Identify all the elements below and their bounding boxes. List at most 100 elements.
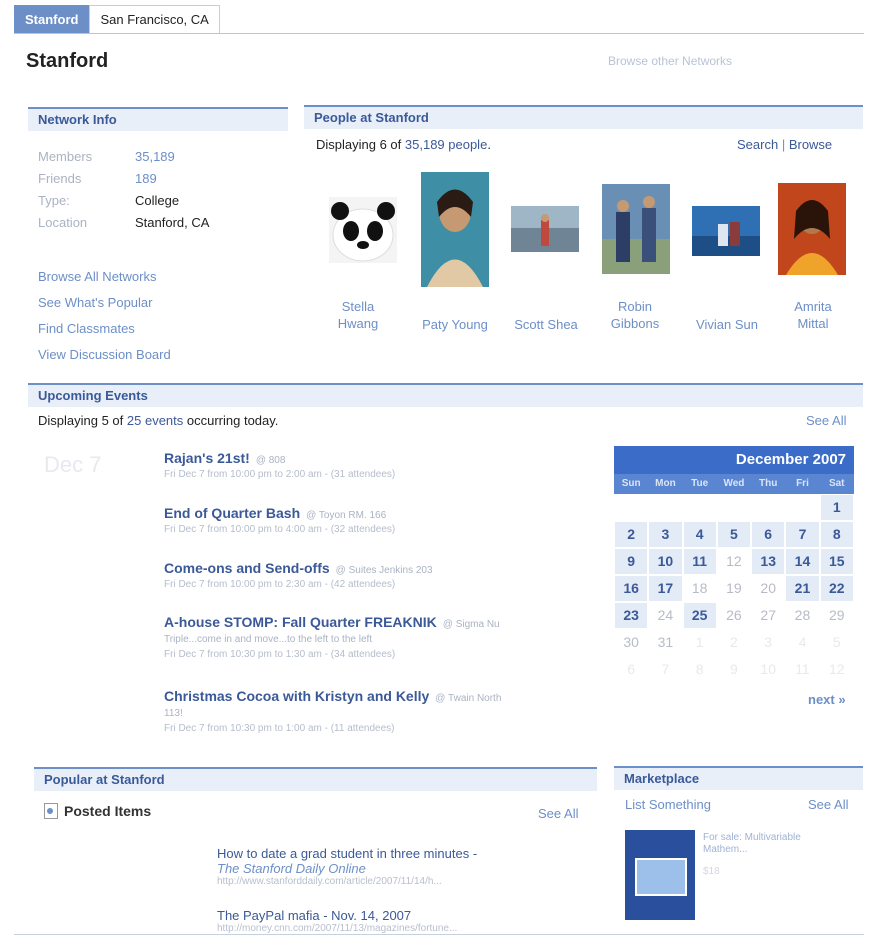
- event-title-link[interactable]: End of Quarter Bash: [164, 505, 300, 521]
- profile-photo-icon: [511, 206, 579, 252]
- person-name-link[interactable]: Amrita Mittal: [780, 298, 846, 332]
- info-row-friends: Friends 189: [38, 171, 209, 193]
- info-key: Type:: [38, 193, 70, 208]
- friends-count-link[interactable]: 189: [135, 171, 157, 193]
- list-something-link[interactable]: List Something: [625, 797, 711, 812]
- calendar-day[interactable]: 5: [717, 522, 751, 547]
- events-see-all-link[interactable]: See All: [806, 413, 846, 428]
- find-classmates-link[interactable]: Find Classmates: [38, 320, 171, 346]
- event-item: Christmas Cocoa with Kristyn and Kelly @ …: [164, 688, 594, 734]
- posted-item-title-link[interactable]: The PayPal mafia - Nov. 14, 2007: [217, 908, 577, 923]
- calendar-day: [752, 495, 784, 520]
- calendar-day[interactable]: 22: [820, 576, 853, 601]
- marketplace-item-image[interactable]: [625, 830, 695, 920]
- people-search-link[interactable]: Search: [737, 137, 778, 152]
- calendar-day[interactable]: 11: [683, 549, 716, 574]
- caption-prefix: Displaying 5 of: [38, 413, 127, 428]
- caption-suffix: .: [487, 137, 491, 152]
- calendar-day[interactable]: 25: [683, 603, 716, 628]
- info-value: College: [135, 193, 180, 208]
- calendar-day: 24: [657, 607, 674, 623]
- network-info-table: Members 35,189 Friends 189 Type: College…: [38, 149, 209, 237]
- calendar-day: 11: [795, 661, 810, 677]
- person-photo[interactable]: [421, 172, 489, 287]
- calendar-day[interactable]: 23: [615, 603, 648, 628]
- event-title-link[interactable]: Rajan's 21st!: [164, 450, 250, 466]
- members-count-link[interactable]: 35,189: [135, 149, 175, 171]
- posted-item-icon: [44, 803, 58, 819]
- info-key: Location: [38, 215, 88, 230]
- people-browse-link[interactable]: Browse: [789, 137, 832, 152]
- event-description: Triple...come in and move...to the left …: [164, 634, 373, 645]
- event-item: Rajan's 21st! @ 808 Fri Dec 7 from 10:00 …: [164, 450, 594, 480]
- event-location: @ Sigma Nu: [442, 619, 500, 630]
- popular-see-all-link[interactable]: See All: [538, 806, 578, 821]
- calendar-day[interactable]: 8: [820, 522, 853, 547]
- calendar-day[interactable]: 15: [820, 549, 853, 574]
- info-row-members: Members 35,189: [38, 149, 209, 171]
- tab-san-francisco[interactable]: San Francisco, CA: [89, 5, 220, 33]
- calendar-day[interactable]: 6: [752, 522, 785, 547]
- calendar-day[interactable]: 3: [649, 522, 682, 547]
- calendar-day: 27: [760, 607, 776, 623]
- person-photo[interactable]: [511, 206, 579, 252]
- tab-stanford[interactable]: Stanford: [14, 5, 90, 33]
- browse-other-networks-link[interactable]: Browse other Networks: [608, 54, 732, 68]
- person-photo[interactable]: [692, 206, 760, 256]
- calendar-day: 19: [726, 580, 742, 596]
- marketplace-item-price: $18: [703, 866, 720, 877]
- calendar-day[interactable]: 16: [615, 576, 648, 601]
- event-title-link[interactable]: Come-ons and Send-offs: [164, 560, 330, 576]
- info-row-location: Location Stanford, CA: [38, 215, 209, 237]
- event-time: Fri Dec 7 from 10:30 pm to 1:30 am - (34…: [164, 649, 396, 660]
- posted-item-title-link[interactable]: How to date a grad student in three minu…: [217, 846, 577, 861]
- event-title-link[interactable]: A-house STOMP: Fall Quarter FREAKNIK: [164, 614, 437, 630]
- calendar-day: 8: [695, 661, 704, 677]
- person-name-link[interactable]: Scott Shea: [505, 316, 587, 333]
- caption-suffix: occurring today.: [183, 413, 279, 428]
- person-name-link[interactable]: Robin Gibbons: [600, 298, 670, 332]
- calendar-day[interactable]: 7: [786, 522, 819, 547]
- calendar-day: 1: [695, 634, 704, 650]
- calendar-day: 30: [623, 634, 639, 650]
- people-caption: Displaying 6 of 35,189 people.: [316, 137, 491, 152]
- person-name-link[interactable]: Stella Hwang: [328, 298, 388, 332]
- marketplace-item-title-link[interactable]: For sale: Multivariable Mathem...: [703, 832, 843, 856]
- calendar-day[interactable]: 10: [649, 549, 682, 574]
- profile-photo-icon: [421, 172, 489, 287]
- calendar-day[interactable]: 13: [752, 549, 785, 574]
- see-whats-popular-link[interactable]: See What's Popular: [38, 294, 171, 320]
- people-count-link[interactable]: 35,189 people: [405, 137, 487, 152]
- upcoming-events-heading: Upcoming Events: [28, 383, 863, 407]
- marketplace-see-all-link[interactable]: See All: [808, 797, 848, 812]
- posted-item-url: http://www.stanforddaily.com/article/200…: [217, 876, 442, 887]
- events-calendar: December 2007 Sun Mon Tue Wed Thu Fri Sa…: [614, 446, 854, 683]
- person-name-link[interactable]: Vivian Sun: [685, 316, 769, 333]
- calendar-day[interactable]: 14: [786, 549, 819, 574]
- person-name-link[interactable]: Paty Young: [410, 316, 500, 333]
- calendar-day: [786, 495, 818, 520]
- event-title-link[interactable]: Christmas Cocoa with Kristyn and Kelly: [164, 688, 429, 704]
- person-photo[interactable]: [602, 184, 670, 274]
- event-item: End of Quarter Bash @ Toyon RM. 166 Fri D…: [164, 505, 594, 535]
- calendar-next-link[interactable]: next »: [808, 692, 846, 707]
- posted-item: How to date a grad student in three minu…: [217, 846, 577, 887]
- calendar-day[interactable]: 17: [649, 576, 682, 601]
- event-location: @ 808: [255, 455, 286, 466]
- popular-heading: Popular at Stanford: [34, 767, 597, 791]
- calendar-day: [615, 495, 647, 520]
- person-photo[interactable]: [329, 197, 397, 263]
- calendar-day[interactable]: 1: [820, 495, 853, 520]
- calendar-day[interactable]: 2: [615, 522, 648, 547]
- person-photo[interactable]: [778, 183, 846, 275]
- calendar-day[interactable]: 4: [683, 522, 716, 547]
- browse-all-networks-link[interactable]: Browse All Networks: [38, 268, 171, 294]
- view-discussion-board-link[interactable]: View Discussion Board: [38, 346, 171, 372]
- event-item: Come-ons and Send-offs @ Suites Jenkins 2…: [164, 560, 594, 590]
- info-key: Members: [38, 149, 93, 164]
- events-count-link[interactable]: 25 events: [127, 413, 183, 428]
- posted-item-url: http://money.cnn.com/2007/11/13/magazine…: [217, 923, 458, 934]
- calendar-day[interactable]: 21: [786, 576, 819, 601]
- calendar-day[interactable]: 9: [615, 549, 648, 574]
- event-location: @ Toyon RM. 166: [306, 510, 387, 521]
